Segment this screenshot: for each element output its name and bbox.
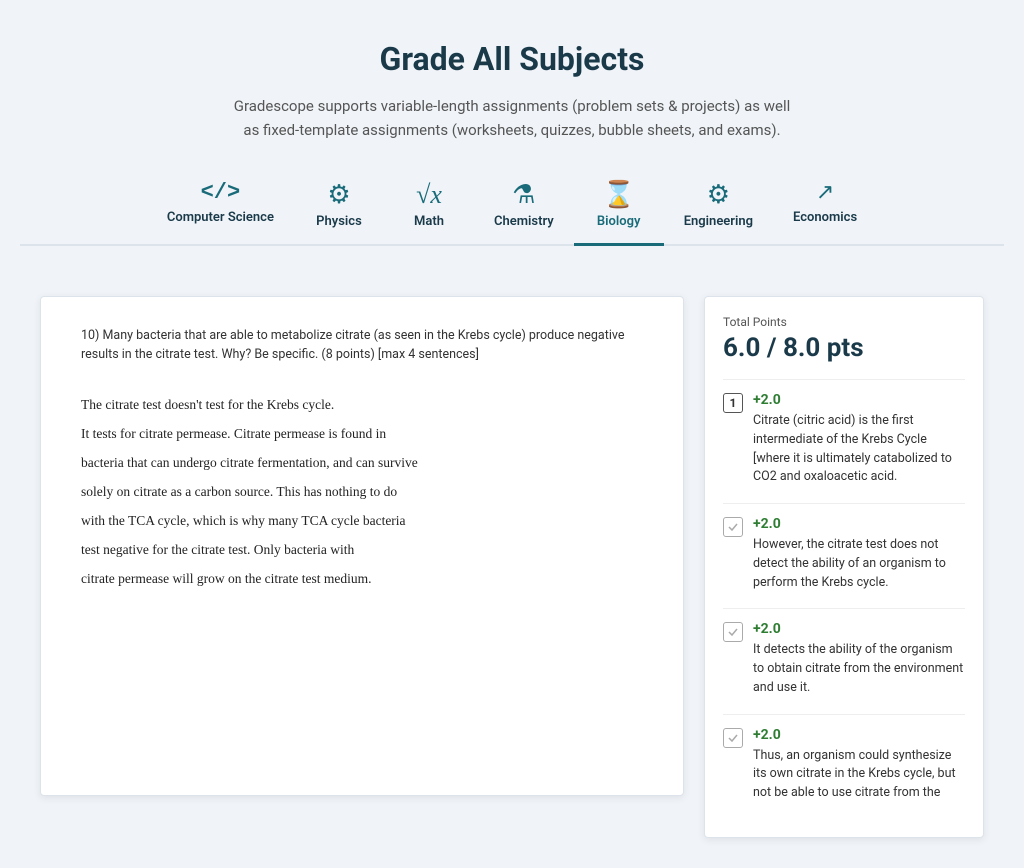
rubric-content-2: +2.0 However, the citrate test does not …: [753, 516, 965, 592]
page-title: Grade All Subjects: [20, 40, 1004, 78]
divider-4: [723, 714, 965, 715]
total-points-value: 6.0 / 8.0 pts: [723, 333, 965, 363]
rubric-checkbox-3[interactable]: [723, 622, 743, 642]
biology-icon: ⌛: [603, 182, 635, 208]
answer-line-1: The citrate test doesn't test for the Kr…: [81, 391, 643, 418]
answer-line-6: test negative for the citrate test. Only…: [81, 536, 643, 563]
rubric-content-3: +2.0 It detects the ability of the organ…: [753, 621, 965, 697]
tab-biology[interactable]: ⌛ Biology: [574, 172, 664, 246]
grading-panel: Total Points 6.0 / 8.0 pts 1 +2.0 Citrat…: [704, 296, 984, 838]
answer-line-2: It tests for citrate permease. Citrate p…: [81, 420, 643, 447]
rubric-content-1: +2.0 Citrate (citric acid) is the first …: [753, 392, 965, 487]
check-icon-4: [727, 732, 739, 744]
rubric-text-1: Citrate (citric acid) is the first inter…: [753, 412, 965, 487]
tab-chemistry[interactable]: ⚗ Chemistry: [474, 172, 574, 244]
content-area: 10) Many bacteria that are able to metab…: [0, 266, 1024, 868]
rubric-points-2: +2.0: [753, 516, 965, 532]
divider-3: [723, 608, 965, 609]
math-icon: √x: [416, 182, 442, 208]
tab-cs[interactable]: </> Computer Science: [147, 172, 294, 244]
rubric-item-4: +2.0 Thus, an organism could synthesize …: [723, 727, 965, 803]
rubric-item-3: +2.0 It detects the ability of the organ…: [723, 621, 965, 697]
total-points-label: Total Points: [723, 315, 965, 329]
chemistry-icon: ⚗: [512, 182, 535, 208]
question-body: Many bacteria that are able to metaboliz…: [81, 328, 624, 362]
answer-line-4: solely on citrate as a carbon source. Th…: [81, 478, 643, 505]
rubric-checkbox-2[interactable]: [723, 517, 743, 537]
rubric-checkbox-1[interactable]: 1: [723, 393, 743, 413]
question-text: 10) Many bacteria that are able to metab…: [81, 327, 643, 365]
rubric-text-2: However, the citrate test does not detec…: [753, 536, 965, 592]
answer-line-3: bacteria that can undergo citrate fermen…: [81, 449, 643, 476]
rubric-points-4: +2.0: [753, 727, 965, 743]
rubric-points-3: +2.0: [753, 621, 965, 637]
tab-engineering[interactable]: ⚙ Engineering: [664, 172, 773, 244]
answer-line-5: with the TCA cycle, which is why many TC…: [81, 507, 643, 534]
subtitle: Gradescope supports variable-length assi…: [232, 94, 792, 142]
tab-cs-label: Computer Science: [167, 210, 274, 225]
economics-icon: ↗: [816, 182, 834, 204]
question-number: 10): [81, 328, 103, 343]
rubric-checkbox-4[interactable]: [723, 728, 743, 748]
rubric-text-4: Thus, an organism could synthesize its o…: [753, 747, 965, 803]
divider-1: [723, 379, 965, 380]
tab-biology-label: Biology: [597, 214, 641, 229]
rubric-text-3: It detects the ability of the organism t…: [753, 641, 965, 697]
handwritten-answer: The citrate test doesn't test for the Kr…: [81, 381, 643, 604]
check-icon-2: [727, 521, 739, 533]
tab-math[interactable]: √x Math: [384, 172, 474, 244]
tab-physics-label: Physics: [316, 214, 362, 229]
physics-icon: ⚙: [327, 182, 350, 208]
header-section: Grade All Subjects Gradescope supports v…: [0, 0, 1024, 266]
answer-line-7: citrate permease will grow on the citrat…: [81, 565, 643, 592]
tab-economics[interactable]: ↗ Economics: [773, 172, 877, 244]
tab-physics[interactable]: ⚙ Physics: [294, 172, 384, 244]
engineering-icon: ⚙: [707, 182, 730, 208]
rubric-content-4: +2.0 Thus, an organism could synthesize …: [753, 727, 965, 803]
tab-engineering-label: Engineering: [684, 214, 753, 229]
rubric-item-2: +2.0 However, the citrate test does not …: [723, 516, 965, 592]
paper-container: 10) Many bacteria that are able to metab…: [40, 296, 684, 796]
cs-icon: </>: [201, 182, 241, 204]
check-icon-3: [727, 626, 739, 638]
tab-math-label: Math: [414, 214, 444, 229]
tabs-container: </> Computer Science ⚙ Physics √x Math ⚗…: [20, 172, 1004, 246]
tab-chemistry-label: Chemistry: [494, 214, 554, 229]
rubric-points-1: +2.0: [753, 392, 965, 408]
rubric-item-1: 1 +2.0 Citrate (citric acid) is the firs…: [723, 392, 965, 487]
divider-2: [723, 503, 965, 504]
tab-economics-label: Economics: [793, 210, 857, 225]
